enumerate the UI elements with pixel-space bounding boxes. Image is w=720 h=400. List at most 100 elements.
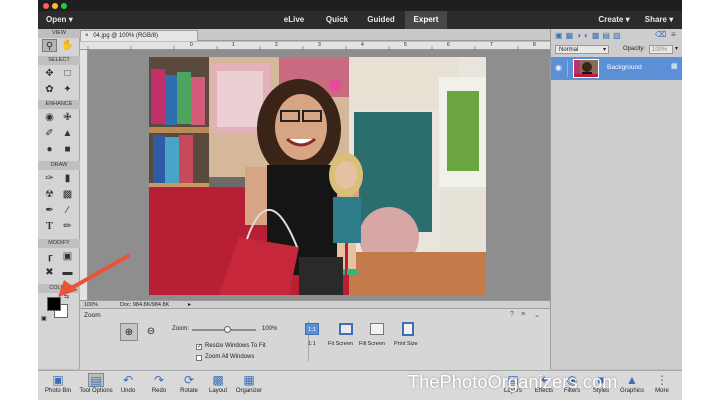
eye-icon[interactable]: ◉ [555,63,562,72]
more-icon: ⋮ [656,373,668,387]
paint-bucket-tool-icon[interactable]: ☢ [42,188,57,201]
zoom-in-icon[interactable]: ⊕ [120,323,138,341]
options-menu-icon[interactable]: ≡ [521,311,525,318]
tab-elive[interactable]: eLive [276,11,312,29]
tab-quick[interactable]: Quick [320,11,354,29]
lasso-tool-icon[interactable]: ✿ [42,83,57,96]
pencil-tool-icon[interactable]: ✏ [60,220,75,233]
blur-tool-icon[interactable]: ● [42,143,57,156]
eraser-tool-icon[interactable]: ▮ [60,172,75,185]
open-button[interactable]: Open ▾ [46,11,80,29]
chevron-down-icon[interactable]: ▾ [675,45,678,52]
opacity-label: Opacity: [623,46,646,52]
help-icon[interactable]: ? [510,311,514,318]
document-tab[interactable]: × 04.jpg @ 100% (RGB/8) [80,30,198,41]
zoom-tool-icon[interactable]: ⚲ [42,39,57,52]
layer-lock-icon[interactable]: ▦ [671,62,678,70]
mode-bar: Open ▾ eLive Quick Guided Expert Create … [38,11,682,29]
gradient-tool-icon[interactable]: ▩ [60,188,75,201]
organizer-label: Organizer [235,388,263,394]
fill-layer-icon[interactable]: ◑ [576,31,584,40]
type-tool-icon[interactable]: T [42,220,57,233]
more-label: More [655,388,669,394]
photo-bin-icon: ▣ [52,373,64,387]
open-label: Open [46,15,67,24]
new-group-icon[interactable]: ▦ [566,31,577,40]
rotate-label: Rotate [180,388,198,394]
delete-layer-icon[interactable]: ⌫ [655,30,666,39]
sponge-tool-icon[interactable]: ■ [60,143,75,156]
photo-bin-button[interactable]: ▣ Photo Bin [38,373,78,394]
create-label: Create [598,15,624,24]
collapse-options-icon[interactable]: ⌄ [534,311,540,319]
new-layer-icon[interactable]: ▣ [555,31,566,40]
fit-screen-icon[interactable] [339,323,353,335]
marquee-tool-icon[interactable]: □ [60,67,75,80]
print-size-icon[interactable] [402,322,414,336]
actual-pixels-button-label[interactable]: 1:1 [308,341,316,347]
create-button[interactable]: Create ▾ [594,11,634,29]
print-size-button-label[interactable]: Print Size [394,341,418,347]
tools-section-select: SELECT [38,56,80,65]
status-bar: 100% Doc: 984.8K/984.8K ▸ [80,300,550,308]
more-button[interactable]: ⋮ More [642,373,682,394]
red-eye-tool-icon[interactable]: ◉ [42,111,57,124]
actual-pixels-icon[interactable]: 1:1 [305,323,319,335]
quick-selection-tool-icon[interactable]: ✦ [60,83,75,96]
blend-mode-select[interactable]: Normal ▾ [555,45,609,54]
layer-thumbnail [573,59,599,78]
photo-image [149,57,486,295]
tab-guided[interactable]: Guided [362,11,400,29]
move-tool-icon[interactable]: ✥ [42,67,57,80]
smart-brush-tool-icon[interactable]: ✐ [42,127,57,140]
resize-windows-checkbox[interactable]: ✓ [196,344,202,350]
zoom-all-windows-label: Zoom All Windows [205,354,255,360]
eyedropper-tool-icon[interactable]: ✒ [42,204,57,217]
close-window-button[interactable] [43,3,49,9]
organizer-icon: ▦ [243,373,255,387]
zoom-slider[interactable] [192,326,256,333]
line-tool-icon[interactable]: ∕ [60,204,75,217]
clone-stamp-tool-icon[interactable]: ▲ [60,127,75,140]
fit-screen-button-label[interactable]: Fit Screen [328,341,353,347]
share-label: Share [644,15,667,24]
tool-options-icon: ▤ [88,373,104,388]
zoom-slider-knob[interactable] [223,326,231,333]
lock-icon[interactable]: ▤ [602,31,613,40]
tab-expert[interactable]: Expert [405,11,447,29]
ruler-tick-label: 8 [533,42,536,48]
canvas-area[interactable] [88,50,550,300]
organizer-button[interactable]: ▦ Organizer [229,373,269,394]
zoom-value: 100% [262,326,278,332]
chevron-down-icon: ▾ [669,15,674,24]
blend-mode-value: Normal [559,47,579,53]
layer-name: Background [607,64,642,71]
ruler-tick-label: 5 [404,42,407,48]
zoom-out-icon[interactable]: ⊖ [142,323,160,341]
fill-screen-icon[interactable] [370,323,384,335]
layer-row-background[interactable]: ◉ Background ▦ [551,57,682,80]
layer-actions-toolbar[interactable]: ▣▦◑◐▩▤▨ [555,31,624,40]
hand-tool-icon[interactable]: ✋ [60,39,75,52]
panel-menu-icon[interactable]: ≡ [671,30,676,39]
watermark: ThePhotoOrganizers.com [408,372,618,392]
share-button[interactable]: Share ▾ [640,11,678,29]
ruler-tick-label: 0 [190,42,193,48]
opacity-field[interactable]: 100% [649,45,673,54]
spot-healing-tool-icon[interactable]: ✙ [60,111,75,124]
layers-panel: ▣▦◑◐▩▤▨ ⌫ ≡ Normal ▾ Opacity: 100% ▾ ◉ B… [550,29,682,369]
minimize-window-button[interactable] [52,3,58,9]
title-bar [38,0,682,11]
fill-screen-button-label[interactable]: Fill Screen [359,341,385,347]
default-colors-icon[interactable]: ▣ [41,315,47,322]
redo-label: Redo [151,388,167,394]
adjustment-layer-icon[interactable]: ◐ [584,31,592,40]
ruler-tick-label: 6 [447,42,450,48]
close-tab-icon[interactable]: × [85,33,89,39]
mask-icon[interactable]: ▩ [592,31,603,40]
zoom-window-button[interactable] [61,3,67,9]
brush-tool-icon[interactable]: ✑ [42,172,57,185]
lock-all-icon[interactable]: ▨ [613,31,624,40]
document-tab-bar: × 04.jpg @ 100% (RGB/8) [38,29,550,41]
zoom-all-windows-checkbox[interactable] [196,355,202,361]
